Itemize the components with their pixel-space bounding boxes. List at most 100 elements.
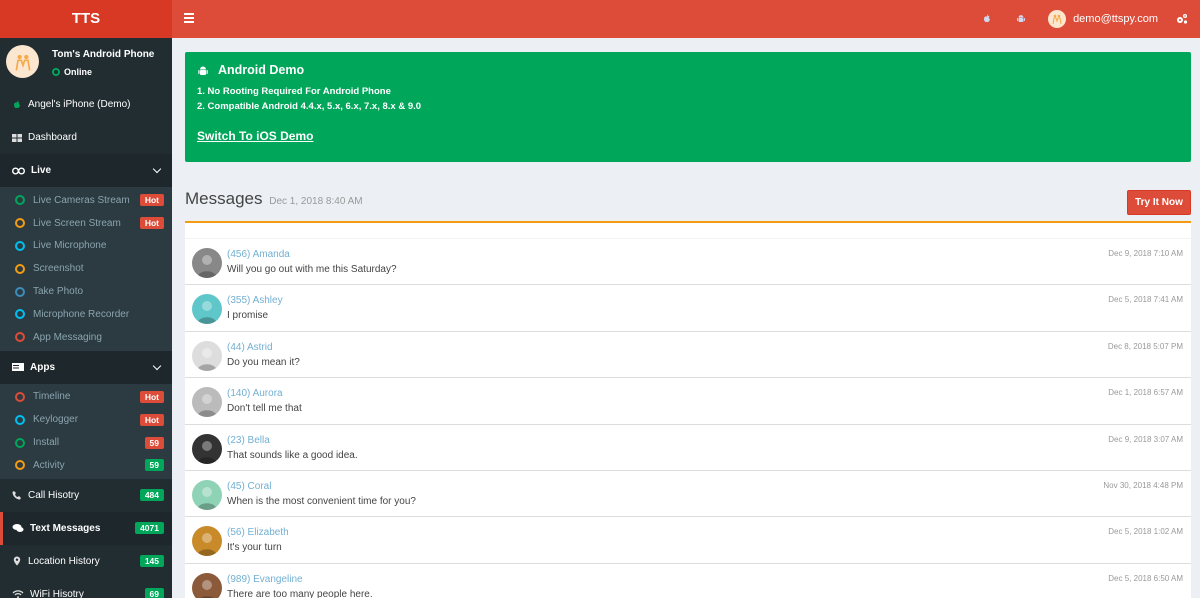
try-it-now-button[interactable]: Try It Now — [1127, 190, 1191, 215]
message-time: Dec 9, 2018 3:07 AM — [1108, 434, 1183, 444]
sidebar-item-label: Location History — [28, 555, 100, 567]
item-label: Keylogger — [33, 414, 79, 426]
device-panel: Tom's Android Phone Online — [0, 38, 172, 88]
family-logo-icon — [15, 54, 30, 70]
circle-icon — [15, 263, 25, 274]
message-row[interactable]: (44) Astrid Do you mean it? Dec 8, 2018 … — [185, 332, 1191, 379]
submenu-item[interactable]: Live Microphone — [0, 235, 172, 258]
message-time: Dec 5, 2018 7:41 AM — [1108, 295, 1183, 305]
circle-icon — [15, 218, 25, 229]
contact-name[interactable]: (44) Astrid — [227, 342, 273, 353]
message-text: When is the most convenient time for you… — [227, 495, 416, 507]
count-badge: 59 — [144, 436, 164, 449]
messages-list: (456) Amanda Will you go out with me thi… — [185, 221, 1191, 598]
sidebar-item-dashboard[interactable]: Dashboard — [0, 121, 172, 154]
user-email[interactable]: demo@ttspy.com — [1073, 13, 1158, 25]
message-row[interactable]: (23) Bella That sounds like a good idea.… — [185, 425, 1191, 471]
sidebar-section-live[interactable]: Live — [0, 154, 172, 187]
message-row[interactable]: (140) Aurora Don't tell me that Dec 1, 2… — [185, 378, 1191, 425]
top-navbar: TTS demo@ttspy.com — [0, 0, 1200, 38]
circle-icon — [15, 195, 25, 206]
submenu-item[interactable]: App Messaging — [0, 326, 172, 349]
message-time: Dec 5, 2018 1:02 AM — [1108, 527, 1183, 537]
contact-avatar — [192, 294, 222, 325]
item-label: Timeline — [33, 391, 71, 403]
family-logo-icon — [1052, 14, 1062, 25]
item-label: Microphone Recorder — [33, 308, 130, 320]
sidebar-section-apps[interactable]: Apps — [0, 350, 172, 384]
sidebar-item-wifi-history[interactable]: WiFi Hisotry 69 — [0, 578, 172, 598]
sidebar-item-location-history[interactable]: Location History 145 — [0, 545, 172, 578]
user-avatar[interactable] — [1048, 10, 1067, 28]
title-text: Messages — [185, 189, 263, 208]
apple-icon[interactable] — [982, 14, 992, 24]
live-submenu: Live Cameras Stream Hot Live Screen Strea… — [0, 187, 172, 351]
item-label: Live Microphone — [33, 240, 107, 252]
sidebar-item-label: Call Hisotry — [28, 489, 80, 501]
message-time: Dec 8, 2018 5:07 PM — [1107, 341, 1183, 351]
contact-name[interactable]: (355) Ashley — [227, 295, 283, 306]
device-name: Tom's Android Phone — [52, 49, 155, 60]
circle-icon — [15, 414, 25, 425]
message-row[interactable]: (45) Coral When is the most convenient t… — [185, 471, 1191, 518]
chevron-down-icon — [152, 361, 162, 370]
contact-name[interactable]: (456) Amanda — [227, 249, 290, 260]
item-label: App Messaging — [33, 331, 102, 343]
sidebar-section-label: Apps — [30, 361, 55, 373]
refresh-icon — [52, 68, 60, 76]
submenu-item[interactable]: Keylogger Hot — [0, 408, 172, 431]
contact-name[interactable]: (56) Elizabeth — [227, 527, 289, 538]
contact-avatar — [192, 248, 222, 278]
submenu-item[interactable]: Take Photo — [0, 280, 172, 303]
demo-feature-2: 2. Compatible Android 4.4.x, 5.x, 6.x, 7… — [197, 101, 422, 112]
contact-name[interactable]: (140) Aurora — [227, 388, 283, 399]
submenu-item[interactable]: Live Screen Stream Hot — [0, 212, 172, 235]
count-badge: 145 — [139, 554, 164, 567]
menu-toggle-icon[interactable] — [184, 13, 194, 23]
contact-name[interactable]: (23) Bella — [227, 435, 270, 446]
switch-to-ios-link[interactable]: Switch To iOS Demo — [197, 129, 313, 143]
contact-name[interactable]: (989) Evangeline — [227, 574, 303, 585]
message-time: Dec 5, 2018 6:50 AM — [1108, 573, 1183, 583]
submenu-item[interactable]: Install 59 — [0, 431, 172, 454]
circle-icon — [15, 437, 25, 448]
submenu-item[interactable]: Activity 59 — [0, 454, 172, 477]
comments-icon — [12, 524, 24, 533]
circle-icon — [15, 240, 25, 251]
message-text: There are too many people here. — [227, 588, 373, 598]
sidebar-item-call-history[interactable]: Call Hisotry 484 — [0, 479, 172, 512]
submenu-item[interactable]: Microphone Recorder — [0, 303, 172, 326]
message-text: It's your turn — [227, 542, 282, 554]
contact-avatar — [192, 479, 222, 510]
item-label: Take Photo — [33, 286, 84, 298]
android-demo-callout: Android Demo 1. No Rooting Required For … — [185, 52, 1191, 162]
message-text: I promise — [227, 310, 269, 322]
message-time: Dec 9, 2018 7:10 AM — [1108, 249, 1183, 258]
message-row[interactable]: (989) Evangeline There are too many peop… — [185, 564, 1191, 598]
sidebar-item-label: WiFi Hisotry — [30, 588, 84, 598]
sidebar-item-text-messages[interactable]: Text Messages 4071 — [0, 511, 172, 545]
message-row[interactable]: (355) Ashley I promise Dec 5, 2018 7:41 … — [185, 285, 1191, 332]
android-icon[interactable] — [1016, 14, 1026, 24]
contact-avatar — [192, 387, 222, 418]
submenu-item[interactable]: Live Cameras Stream Hot — [0, 189, 172, 212]
submenu-item[interactable]: Screenshot — [0, 257, 172, 280]
message-row[interactable]: (56) Elizabeth It's your turn Dec 5, 201… — [185, 517, 1191, 564]
page-title: Messages Dec 1, 2018 8:40 AM — [185, 189, 363, 209]
hot-badge: Hot — [139, 390, 164, 403]
contact-name[interactable]: (45) Coral — [227, 481, 271, 492]
apps-list-icon — [12, 363, 24, 372]
sidebar-item-label: Angel's iPhone (Demo) — [28, 99, 131, 110]
item-label: Install — [33, 437, 60, 449]
app-logo[interactable]: TTS — [0, 0, 172, 38]
message-text: Do you mean it? — [227, 356, 300, 368]
message-row[interactable]: (456) Amanda Will you go out with me thi… — [185, 239, 1191, 286]
count-badge: 59 — [144, 459, 164, 472]
contact-avatar — [192, 526, 222, 557]
sidebar-section-label: Live — [31, 165, 52, 176]
submenu-item[interactable]: Timeline Hot — [0, 386, 172, 409]
navbar-right: demo@ttspy.com — [970, 0, 1188, 38]
contact-avatar — [192, 433, 222, 464]
sidebar-item-other-device[interactable]: Angel's iPhone (Demo) — [0, 88, 172, 121]
cogs-icon[interactable] — [1176, 13, 1188, 25]
